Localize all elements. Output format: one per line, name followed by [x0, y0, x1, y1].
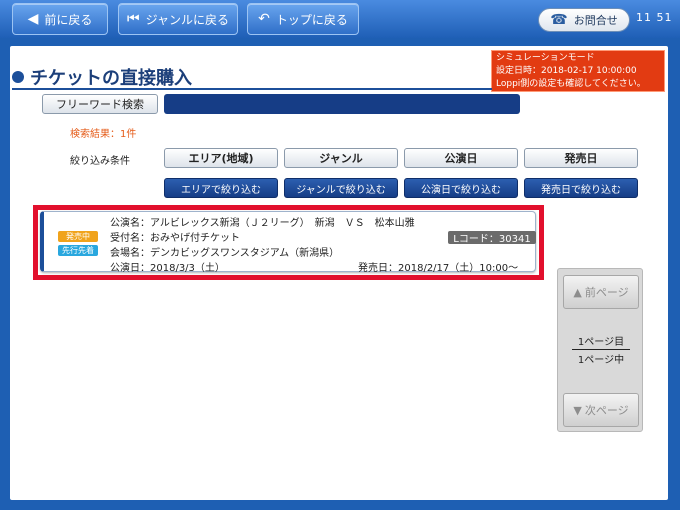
next-page-label: 次ページ — [584, 404, 629, 417]
total-pages: 1ページ中 — [577, 355, 625, 366]
filter-release-date-button[interactable]: 発売日 — [524, 148, 638, 168]
pager: ▲ 前ページ 1ページ目 1ページ中 ▼ 次ページ — [557, 268, 643, 432]
back-button[interactable]: ◀ 前に戻る — [12, 3, 108, 35]
top-bar: ◀ 前に戻る ⏮ ジャンルに戻る ↶ トップに戻る ☎ お問合せ 11 51 — [0, 0, 680, 38]
prev-page-label: 前ページ — [584, 286, 629, 299]
result-count: 検索結果：1件 — [70, 129, 137, 140]
arrow-left-icon: ◀ — [27, 11, 39, 27]
phone-icon: ☎ — [550, 12, 568, 28]
genre-back-label: ジャンルに戻る — [145, 12, 229, 27]
clock: 11 51 — [636, 11, 673, 24]
genre-back-button[interactable]: ⏮ ジャンルに戻る — [118, 3, 238, 35]
triangle-up-icon: ▲ — [573, 285, 582, 299]
freeword-input[interactable] — [164, 94, 520, 114]
next-page-button[interactable]: ▼ 次ページ — [563, 393, 639, 427]
return-icon: ↶ — [258, 11, 270, 27]
narrow-performance-date-button[interactable]: 公演日で絞り込む — [404, 178, 518, 198]
bullet-icon — [12, 71, 24, 83]
page-divider — [572, 349, 630, 350]
page-title: チケットの直接購入 — [30, 68, 192, 89]
simulation-notice: シミュレーションモード 設定日時：2018-02-17 10:00:00 Lop… — [491, 50, 665, 92]
top-back-button[interactable]: ↶ トップに戻る — [247, 3, 359, 35]
skip-back-icon: ⏮ — [126, 11, 140, 27]
filter-label: 絞り込み条件 — [70, 156, 130, 167]
inquiry-label: お問合せ — [573, 14, 618, 27]
prev-page-button[interactable]: ▲ 前ページ — [563, 275, 639, 309]
narrow-area-button[interactable]: エリアで絞り込む — [164, 178, 278, 198]
title-underline — [12, 88, 492, 90]
filter-area-button[interactable]: エリア(地域) — [164, 148, 278, 168]
narrow-genre-button[interactable]: ジャンルで絞り込む — [284, 178, 398, 198]
triangle-down-icon: ▼ — [573, 403, 582, 417]
inquiry-button[interactable]: ☎ お問合せ — [538, 8, 630, 32]
highlight-frame — [33, 205, 544, 280]
freeword-search-button[interactable]: フリーワード検索 — [42, 94, 158, 114]
simulation-note: Loppi側の設定も確認してください。 — [496, 79, 646, 89]
filter-performance-date-button[interactable]: 公演日 — [404, 148, 518, 168]
back-label: 前に戻る — [44, 12, 93, 27]
simulation-mode: シミュレーションモード — [496, 53, 595, 63]
simulation-datetime: 設定日時：2018-02-17 10:00:00 — [496, 66, 637, 76]
top-back-label: トップに戻る — [275, 12, 348, 27]
narrow-release-date-button[interactable]: 発売日で絞り込む — [524, 178, 638, 198]
filter-genre-button[interactable]: ジャンル — [284, 148, 398, 168]
page-title-wrap: チケットの直接購入 — [12, 64, 192, 90]
current-page: 1ページ目 — [577, 337, 625, 348]
